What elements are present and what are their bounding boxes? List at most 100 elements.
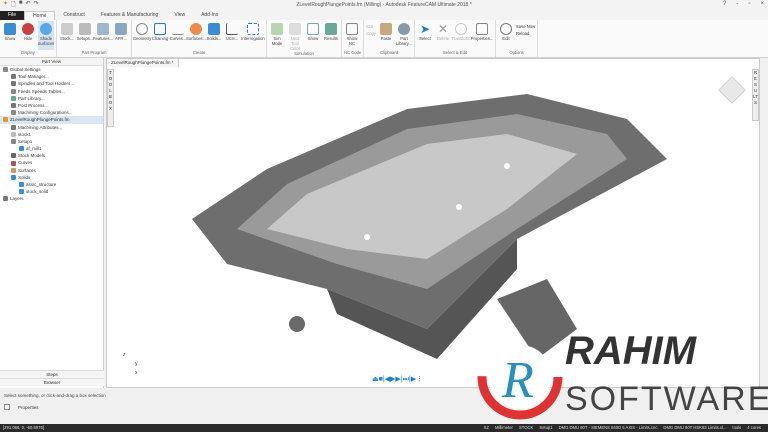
stock-icon (61, 23, 73, 35)
select-button[interactable]: ➤ Select (417, 21, 433, 50)
group-clipboard: Cut Copy Paste Part Library... Clipboard (364, 20, 416, 57)
playback-controls[interactable]: ⏏■|◀▶▶|⏭|▶⋮ (372, 375, 423, 384)
tab-home[interactable]: Home (24, 11, 56, 20)
copy-button[interactable]: Copy (366, 31, 376, 36)
svg-text:R: R (501, 352, 534, 409)
stock-button[interactable]: Stock... (59, 21, 75, 50)
tree-item[interactable]: Solids (0, 174, 103, 181)
delete-button[interactable]: ✕ Delete (435, 21, 451, 50)
part-library-button[interactable]: Part Library... (396, 21, 412, 50)
paste-button[interactable]: Paste (378, 21, 394, 50)
tab-features-manufacturing[interactable]: Features & Manufacturing (93, 11, 167, 20)
cut-button[interactable]: Cut (366, 24, 376, 29)
solids-icon (208, 23, 220, 35)
surfaces-button[interactable]: Surfaces... (186, 21, 206, 50)
chaining-icon (154, 23, 166, 35)
paste-icon (380, 23, 393, 35)
tree-item[interactable]: ZLevelRoughPlungePoints.fm (0, 116, 103, 124)
save-now-button[interactable]: Save Now (516, 24, 535, 29)
next-tool-color-button[interactable]: Next Tool Color (287, 21, 303, 51)
tree-item[interactable]: assic_structure (0, 181, 103, 188)
tree-item[interactable]: Machining Configurations... (0, 109, 103, 116)
features-button[interactable]: Features... (93, 21, 113, 50)
tree-item[interactable]: Spindles and Tool Holders... (0, 80, 103, 87)
results-button[interactable]: Results (323, 21, 339, 51)
features-icon (97, 23, 109, 35)
tab-add-ins[interactable]: Add-Ins (193, 11, 226, 20)
tree-item-icon (19, 146, 24, 152)
tree-item-icon (11, 124, 16, 130)
afr-button[interactable]: AFR... (113, 21, 129, 50)
tree-item[interactable]: Surfaces (0, 167, 103, 174)
nc-icon (346, 23, 358, 35)
shade-surfaces-button[interactable]: Shade Surfaces (38, 21, 54, 50)
maximize-button[interactable]: ▫ (748, 1, 750, 7)
tree-item-icon (11, 95, 16, 101)
tree-item[interactable]: Global Settings (0, 66, 103, 73)
tree-item[interactable]: Machining Attributes... (0, 124, 103, 131)
afr-icon (115, 23, 127, 35)
status-item: Setup1 (539, 425, 553, 430)
part-view-panel: Part View Global Settings Tool Manager...… (0, 58, 104, 388)
interrogation-button[interactable]: Interrogation (241, 21, 265, 50)
browser-tab[interactable]: Browser (0, 378, 104, 386)
status-item: STOCK (518, 425, 534, 430)
tab-view[interactable]: View (166, 11, 193, 20)
ucs-icon (226, 23, 238, 35)
group-options: Edit Save Now Reload Options (496, 20, 539, 57)
window-title: ZLevelRoughPlungePoints.fm (Milling) - A… (296, 2, 472, 8)
tree-item[interactable]: Post Process... (0, 102, 103, 109)
show-sim-button[interactable]: Show (305, 21, 321, 51)
cursor-icon: ➤ (419, 22, 431, 36)
group-nc-code: Show NC NC Code (342, 20, 365, 57)
tree-item-icon (11, 81, 16, 87)
tab-file[interactable]: File (0, 11, 25, 20)
chart-icon (307, 23, 319, 35)
geometry-icon (136, 23, 148, 35)
tree-item[interactable]: Part Library... (0, 95, 103, 102)
status-message: Select something, or click-and-drag a bo… (4, 393, 106, 398)
close-button[interactable]: × (760, 1, 764, 7)
sim-mode-button[interactable]: Sim Mode (269, 21, 285, 51)
steps-tab[interactable]: Steps (0, 370, 104, 378)
reload-button[interactable]: Reload (516, 31, 535, 36)
tree-item[interactable]: stock1 (0, 131, 103, 138)
rahim-softwares-watermark: R RAHIM SOFTWARES (470, 322, 768, 422)
transform-button[interactable]: Transform (452, 21, 470, 50)
setups-button[interactable]: Setups... (77, 21, 93, 50)
help-button[interactable]: ? (723, 1, 726, 7)
status-item: DMG DMU 60T - SIEMENS 840D 5 AXIS - Limi… (558, 425, 658, 430)
setups-icon (79, 23, 91, 35)
minimize-button[interactable]: - (736, 1, 738, 7)
edit-options-button[interactable]: Edit (498, 21, 514, 50)
hide-icon (22, 23, 34, 35)
tree-item-icon (19, 182, 24, 188)
tree-item[interactable]: Curves (0, 159, 103, 166)
status-item: tools (732, 425, 742, 430)
solids-button[interactable]: Solids... (206, 21, 222, 50)
tree-item[interactable]: af_mill1 (0, 145, 103, 152)
hide-button[interactable]: Hide (20, 21, 36, 50)
properties-section[interactable]: Properties (4, 404, 39, 410)
tree-item[interactable]: Stock Models (0, 152, 103, 159)
tree-item[interactable]: Setup1 (0, 138, 103, 145)
axis-triad: z y x (123, 352, 138, 376)
tree-item-icon (11, 167, 16, 173)
geometry-button[interactable]: Geometry (133, 21, 151, 50)
svg-text:RAHIM: RAHIM (565, 329, 698, 373)
tree-item[interactable]: stock_solid (0, 188, 103, 195)
tree-item-icon (11, 110, 16, 116)
transform-icon (455, 23, 468, 35)
tree-item[interactable]: Tool Manager... (0, 73, 103, 80)
properties-button[interactable]: Properties... (471, 21, 493, 50)
tab-construct[interactable]: Construct (55, 11, 92, 20)
curves-button[interactable]: Curves... (170, 21, 186, 50)
gears-icon (398, 23, 411, 35)
title-bar: ✦ 🗋 ■ ↶ ↷ ZLevelRoughPlungePoints.fm (Mi… (0, 0, 768, 10)
ucs-button[interactable]: UCS... (224, 21, 240, 50)
show-button[interactable]: Show (2, 21, 18, 50)
show-nc-button[interactable]: Show NC (344, 21, 360, 50)
chaining-button[interactable]: Chaining (152, 21, 168, 50)
tree-item[interactable]: Feeds Speeds Tables... (0, 88, 103, 95)
tree-item[interactable]: Layers (0, 195, 103, 202)
